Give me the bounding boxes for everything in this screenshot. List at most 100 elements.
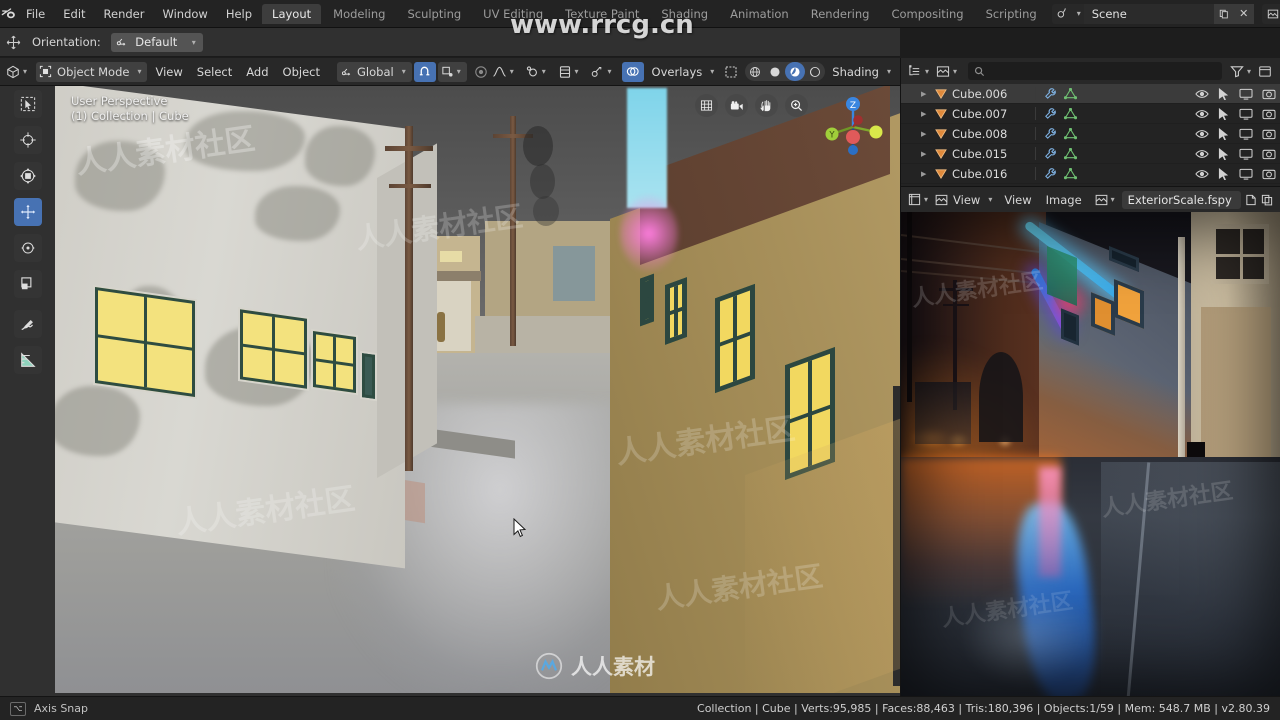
- snap-target-dropdown[interactable]: ▾: [437, 61, 467, 82]
- camera-icon[interactable]: [1262, 128, 1276, 140]
- outliner-row-toggles[interactable]: [1195, 147, 1276, 160]
- cursor-arrow-icon[interactable]: [1218, 87, 1230, 100]
- outliner-editor[interactable]: ▾ ▾ ▾ ▶ Cube.006 ▶ Cube.007 ▶ Cube.008 ▶…: [900, 58, 1280, 186]
- eye-icon[interactable]: [1195, 129, 1209, 139]
- disclosure-triangle-icon[interactable]: ▶: [921, 110, 933, 118]
- camera-icon[interactable]: [1262, 108, 1276, 120]
- falloff-curve-dropdown[interactable]: ▾: [490, 62, 519, 82]
- viewport-menu-view[interactable]: View: [150, 65, 187, 79]
- image-editor-canvas[interactable]: 人人素材社区 人人素材社区 人人素材社区: [901, 212, 1280, 697]
- menu-render[interactable]: Render: [95, 0, 154, 28]
- image-name-field[interactable]: ExteriorScale.fspy: [1121, 190, 1241, 209]
- eye-icon[interactable]: [1195, 169, 1209, 179]
- proportional-edit-toggle[interactable]: [472, 62, 490, 82]
- shading-material-preview-icon[interactable]: [785, 62, 806, 81]
- outliner-row-cube-015[interactable]: ▶ Cube.015: [901, 144, 1280, 164]
- orientation-dropdown[interactable]: Default ▾: [110, 32, 203, 52]
- tool-cursor[interactable]: [14, 126, 42, 154]
- tab-layout[interactable]: Layout: [262, 3, 322, 24]
- viewport-navigation-buttons[interactable]: [695, 94, 808, 117]
- 3d-viewport[interactable]: User Perspective (1) Collection | Cube Z…: [0, 86, 900, 696]
- outliner-search-input[interactable]: [968, 62, 1222, 80]
- gizmo-pivot-dropdown[interactable]: ▾: [523, 62, 551, 82]
- disclosure-triangle-icon[interactable]: ▶: [921, 170, 933, 178]
- transform-orientation-dropdown[interactable]: Global ▾: [337, 61, 412, 82]
- tool-scale[interactable]: [14, 270, 42, 298]
- modifier-wrench-icon[interactable]: [1044, 87, 1057, 100]
- disclosure-triangle-icon[interactable]: ▶: [921, 150, 933, 158]
- cursor-arrow-icon[interactable]: [1218, 147, 1230, 160]
- browse-image-icon[interactable]: ▾: [1093, 190, 1120, 210]
- mesh-data-icon[interactable]: [1064, 167, 1077, 180]
- outliner-display-mode-icon[interactable]: ▾: [904, 61, 934, 81]
- scene-name-field[interactable]: Scene: [1083, 3, 1214, 24]
- tab-animation[interactable]: Animation: [720, 4, 799, 24]
- outliner-row-cube-016[interactable]: ▶ Cube.016: [901, 164, 1280, 184]
- outliner-tree[interactable]: ▶ Cube.006 ▶ Cube.007 ▶ Cube.008 ▶ Cube.…: [901, 84, 1280, 186]
- show-gizmo-dropdown[interactable]: ▾: [588, 62, 617, 82]
- menu-window[interactable]: Window: [153, 0, 216, 28]
- modifier-wrench-icon[interactable]: [1044, 147, 1057, 160]
- outliner-row-cube-006[interactable]: ▶ Cube.006: [901, 84, 1280, 104]
- tool-tweak-select-box[interactable]: [14, 90, 42, 118]
- scene-browse-icon[interactable]: [1052, 4, 1074, 24]
- toggle-camera-perspective-icon[interactable]: [695, 94, 718, 117]
- viewlayer-browse-icon[interactable]: [1262, 4, 1280, 24]
- pan-view-icon[interactable]: [755, 94, 778, 117]
- outliner-row-toggles[interactable]: [1195, 107, 1276, 120]
- tab-modeling[interactable]: Modeling: [323, 4, 395, 24]
- tool-annotate[interactable]: [14, 310, 42, 338]
- shading-solid-icon[interactable]: [765, 62, 785, 81]
- blender-logo-icon[interactable]: [0, 0, 17, 28]
- outliner-row-toggles[interactable]: [1195, 167, 1276, 180]
- outliner-row-toggles[interactable]: [1195, 127, 1276, 140]
- tab-sculpting[interactable]: Sculpting: [397, 4, 471, 24]
- delete-scene-close-icon[interactable]: ✕: [1233, 3, 1254, 24]
- monitor-icon[interactable]: [1239, 108, 1253, 120]
- tool-measure[interactable]: [14, 346, 42, 374]
- tool-transform[interactable]: [14, 162, 42, 190]
- viewport-axis-gizmo[interactable]: Z Y: [818, 92, 888, 162]
- mesh-data-icon[interactable]: [1064, 107, 1077, 120]
- zoom-view-icon[interactable]: [785, 94, 808, 117]
- tool-move[interactable]: [14, 198, 42, 226]
- image-editor-menu-image[interactable]: Image: [1041, 193, 1087, 207]
- shading-rendered-icon[interactable]: [805, 62, 825, 81]
- new-scene-icon[interactable]: [1213, 3, 1234, 24]
- disclosure-triangle-icon[interactable]: ▶: [921, 90, 933, 98]
- xray-toggle[interactable]: [722, 62, 740, 82]
- viewport-menu-select[interactable]: Select: [192, 65, 237, 79]
- modifier-wrench-icon[interactable]: [1044, 127, 1057, 140]
- outliner-row-cube-007[interactable]: ▶ Cube.007: [901, 104, 1280, 124]
- camera-icon[interactable]: [1262, 168, 1276, 180]
- monitor-icon[interactable]: [1239, 88, 1253, 100]
- tool-rotate[interactable]: [14, 234, 42, 262]
- outliner-filter-icon[interactable]: ▾: [1228, 61, 1256, 81]
- outliner-row-toggles[interactable]: [1195, 87, 1276, 100]
- outliner-filter-id-icon[interactable]: ▾: [934, 61, 962, 81]
- menu-edit[interactable]: Edit: [54, 0, 94, 28]
- monitor-icon[interactable]: [1239, 128, 1253, 140]
- cursor-arrow-icon[interactable]: [1218, 107, 1230, 120]
- modifier-wrench-icon[interactable]: [1044, 107, 1057, 120]
- scene-selector[interactable]: ▾ Scene ✕: [1051, 3, 1254, 24]
- new-image-icon[interactable]: [1243, 190, 1259, 210]
- tab-compositing[interactable]: Compositing: [881, 4, 973, 24]
- viewport-scene[interactable]: User Perspective (1) Collection | Cube Z…: [55, 86, 900, 693]
- overlays-popover[interactable]: Overlays ▾: [645, 62, 720, 82]
- copy-image-icon[interactable]: [1259, 190, 1277, 210]
- monitor-icon[interactable]: [1239, 168, 1253, 180]
- menu-file[interactable]: File: [17, 0, 54, 28]
- tab-rendering[interactable]: Rendering: [801, 4, 880, 24]
- editor-type-image-icon[interactable]: ▾: [904, 190, 933, 210]
- eye-icon[interactable]: [1195, 149, 1209, 159]
- overlays-toggle[interactable]: [621, 61, 644, 82]
- camera-view-icon[interactable]: [725, 94, 748, 117]
- image-editor-menu-view[interactable]: View: [999, 193, 1036, 207]
- camera-icon[interactable]: [1262, 88, 1276, 100]
- viewport-menu-object[interactable]: Object: [278, 65, 325, 79]
- image-editor[interactable]: ▾ View ▾ View Image ▾ ExteriorScale.fspy: [900, 186, 1280, 697]
- mesh-data-icon[interactable]: [1064, 87, 1077, 100]
- tab-scripting[interactable]: Scripting: [976, 4, 1047, 24]
- object-mode-dropdown[interactable]: Object Mode ▾: [36, 61, 148, 82]
